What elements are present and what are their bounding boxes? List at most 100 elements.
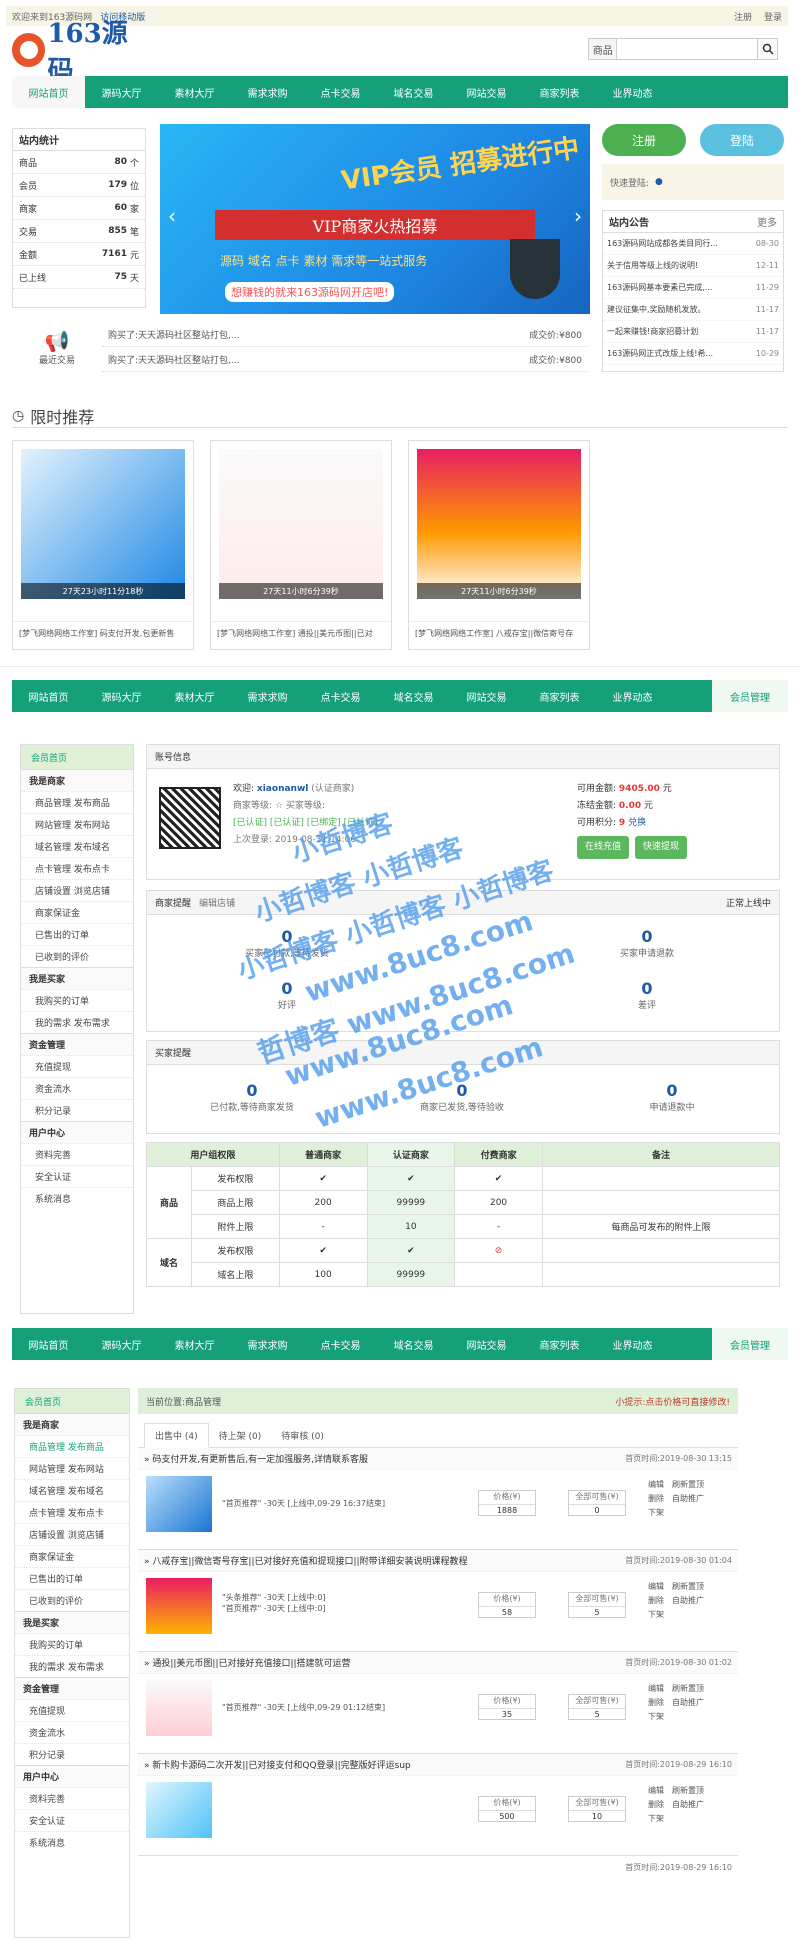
product-title[interactable]: » 新卡购卡源码二次开发||已对接支付和QQ登录||完整版好评运sup xyxy=(144,1758,411,1771)
menu-item[interactable]: 安全认证 xyxy=(21,1165,133,1187)
promote-link[interactable]: 自助推广 xyxy=(672,1698,704,1707)
product-title[interactable]: » 码支付开发,有更新售后,有一定加强服务,详情联系客服 xyxy=(144,1452,368,1465)
site-logo[interactable]: 163源码 xyxy=(12,19,152,86)
nav-news[interactable]: 业界动态 xyxy=(596,1328,669,1360)
register-link[interactable]: 注册 xyxy=(734,13,752,23)
member-home-link[interactable]: 会员首页 xyxy=(21,745,133,769)
menu-item[interactable]: 店铺设置 浏览店铺 xyxy=(21,879,133,901)
edit-link[interactable]: 编辑 xyxy=(648,1684,664,1693)
stock-field[interactable]: 全部可售(¥) 0 xyxy=(568,1490,626,1516)
nav-demand[interactable]: 需求求购 xyxy=(231,1328,304,1360)
menu-item[interactable]: 系统消息 xyxy=(21,1187,133,1209)
vip-banner[interactable]: VIP会员 招募进行中 VIP商家火热招募 源码 域名 点卡 素材 需求等一站式… xyxy=(160,124,590,314)
promote-link[interactable]: 自助推广 xyxy=(672,1800,704,1809)
nav-news[interactable]: 业界动态 xyxy=(596,680,669,712)
nav-sellers[interactable]: 商家列表 xyxy=(523,680,596,712)
product-thumb[interactable] xyxy=(146,1782,212,1838)
menu-item[interactable]: 域名管理 发布域名 xyxy=(21,835,133,857)
delete-link[interactable]: 删除 xyxy=(648,1698,664,1707)
nav-website[interactable]: 网站交易 xyxy=(450,76,523,108)
menu-item[interactable]: 资料完善 xyxy=(21,1143,133,1165)
refresh-link[interactable]: 刷新置顶 xyxy=(672,1786,704,1795)
menu-item[interactable]: 已售出的订单 xyxy=(15,1567,129,1589)
menu-item[interactable]: 已售出的订单 xyxy=(21,923,133,945)
notice-more-link[interactable]: 更多 xyxy=(757,214,777,229)
offshelf-link[interactable]: 下架 xyxy=(648,1710,748,1724)
menu-item[interactable]: 积分记录 xyxy=(21,1099,133,1121)
trade-item[interactable]: 购买了:天天源码社区整站打包,... 成交价:¥800 xyxy=(102,347,588,372)
member-home-link[interactable]: 会员首页 xyxy=(15,1389,129,1413)
menu-item[interactable]: 充值提现 xyxy=(15,1699,129,1721)
menu-item[interactable]: 资料完善 xyxy=(15,1787,129,1809)
edit-link[interactable]: 编辑 xyxy=(648,1480,664,1489)
product-thumb[interactable] xyxy=(146,1476,212,1532)
menu-item[interactable]: 域名管理 发布域名 xyxy=(15,1479,129,1501)
menu-item[interactable]: 商品管理 发布商品 xyxy=(21,791,133,813)
offshelf-link[interactable]: 下架 xyxy=(648,1812,748,1826)
search-input[interactable] xyxy=(617,39,758,59)
menu-item[interactable]: 资金流水 xyxy=(21,1077,133,1099)
product-title[interactable]: » 通投||美元币图||已对接好充值接口||搭建就可运营 xyxy=(144,1656,351,1669)
nav-material[interactable]: 素材大厅 xyxy=(158,680,231,712)
refresh-link[interactable]: 刷新置顶 xyxy=(672,1684,704,1693)
nav-sellers[interactable]: 商家列表 xyxy=(523,1328,596,1360)
refresh-link[interactable]: 刷新置顶 xyxy=(672,1480,704,1489)
nav-domain[interactable]: 域名交易 xyxy=(377,76,450,108)
delete-link[interactable]: 删除 xyxy=(648,1800,664,1809)
nav-sellers[interactable]: 商家列表 xyxy=(523,76,596,108)
edit-shop-link[interactable]: 编辑店铺 xyxy=(199,896,235,909)
qq-icon[interactable]: ● xyxy=(655,177,663,187)
nav-card[interactable]: 点卡交易 xyxy=(304,76,377,108)
withdraw-button[interactable]: 快速提现 xyxy=(635,836,688,859)
notice-item[interactable]: 163源码网基本要素已完成,... 11-29 xyxy=(603,277,783,299)
nav-home[interactable]: 网站首页 xyxy=(12,680,85,712)
tab-pending[interactable]: 待上架 (0) xyxy=(209,1424,272,1447)
notice-item[interactable]: 建议征集中,奖励随机发放。 11-17 xyxy=(603,299,783,321)
product-thumb[interactable] xyxy=(146,1578,212,1634)
login-button[interactable]: 登陆 xyxy=(700,124,784,156)
menu-item[interactable]: 我的需求 发布需求 xyxy=(15,1655,129,1677)
nav-demand[interactable]: 需求求购 xyxy=(231,680,304,712)
offshelf-link[interactable]: 下架 xyxy=(648,1608,748,1622)
product-title[interactable]: » 八戒存宝||微信寄号存宝||已对接好充值和提现接口||附带详细安装说明课程教… xyxy=(144,1554,468,1567)
tab-review[interactable]: 待审核 (0) xyxy=(271,1424,334,1447)
promote-link[interactable]: 自助推广 xyxy=(672,1596,704,1605)
register-button[interactable]: 注册 xyxy=(602,124,686,156)
nav-source[interactable]: 源码大厅 xyxy=(85,1328,158,1360)
notice-item[interactable]: 关于信用等级上线的说明! 12-11 xyxy=(603,255,783,277)
refresh-link[interactable]: 刷新置顶 xyxy=(672,1582,704,1591)
banner-next-icon[interactable]: › xyxy=(574,204,582,228)
menu-item[interactable]: 已收到的评价 xyxy=(21,945,133,967)
nav-source[interactable]: 源码大厅 xyxy=(85,76,158,108)
delete-link[interactable]: 删除 xyxy=(648,1596,664,1605)
nav-news[interactable]: 业界动态 xyxy=(596,76,669,108)
menu-item[interactable]: 商品管理 发布商品 xyxy=(15,1435,129,1457)
nav-member[interactable]: 会员管理 xyxy=(712,1328,788,1360)
product-card[interactable]: 27天11小时6分39秒 [梦飞网络网络工作室] 八戒存宝||微信寄号存 xyxy=(408,440,590,650)
nav-member[interactable]: 会员管理 xyxy=(712,680,788,712)
menu-item[interactable]: 商家保证金 xyxy=(21,901,133,923)
login-link[interactable]: 登录 xyxy=(764,13,782,23)
menu-item[interactable]: 我购买的订单 xyxy=(21,989,133,1011)
recharge-button[interactable]: 在线充值 xyxy=(577,836,630,859)
stock-field[interactable]: 全部可售(¥) 5 xyxy=(568,1592,626,1618)
product-card[interactable]: 27天23小时11分18秒 [梦飞网络网络工作室] 码支付开发,包更新售 xyxy=(12,440,194,650)
menu-item[interactable]: 已收到的评价 xyxy=(15,1589,129,1611)
price-field[interactable]: 价格(¥) 58 xyxy=(478,1592,536,1618)
nav-card[interactable]: 点卡交易 xyxy=(304,1328,377,1360)
menu-item[interactable]: 网站管理 发布网站 xyxy=(21,813,133,835)
delete-link[interactable]: 删除 xyxy=(648,1494,664,1503)
notice-item[interactable]: 一起来赚钱!商家招募计划 11-17 xyxy=(603,321,783,343)
menu-item[interactable]: 点卡管理 发布点卡 xyxy=(21,857,133,879)
menu-item[interactable]: 资金流水 xyxy=(15,1721,129,1743)
notice-item[interactable]: 163源码网站成都各类目同行... 08-30 xyxy=(603,233,783,255)
stock-field[interactable]: 全部可售(¥) 5 xyxy=(568,1694,626,1720)
nav-source[interactable]: 源码大厅 xyxy=(85,680,158,712)
menu-item[interactable]: 安全认证 xyxy=(15,1809,129,1831)
nav-material[interactable]: 素材大厅 xyxy=(158,76,231,108)
stock-field[interactable]: 全部可售(¥) 10 xyxy=(568,1796,626,1822)
search-icon[interactable] xyxy=(757,39,777,59)
nav-domain[interactable]: 域名交易 xyxy=(377,680,450,712)
nav-domain[interactable]: 域名交易 xyxy=(377,1328,450,1360)
menu-item[interactable]: 点卡管理 发布点卡 xyxy=(15,1501,129,1523)
